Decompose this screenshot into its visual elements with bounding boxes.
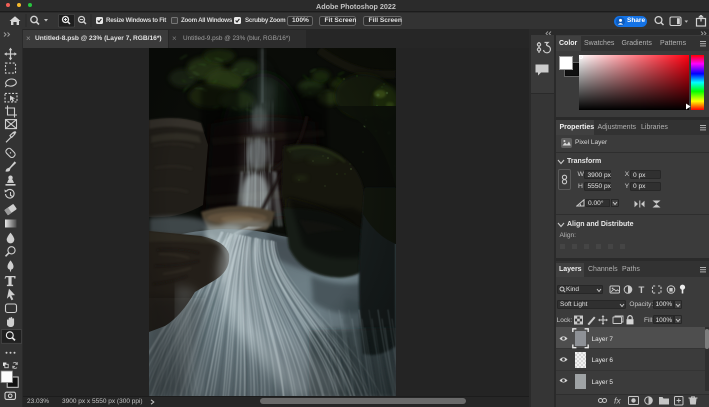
svg-text:T: T bbox=[639, 285, 645, 295]
svg-text:fx: fx bbox=[614, 395, 621, 405]
